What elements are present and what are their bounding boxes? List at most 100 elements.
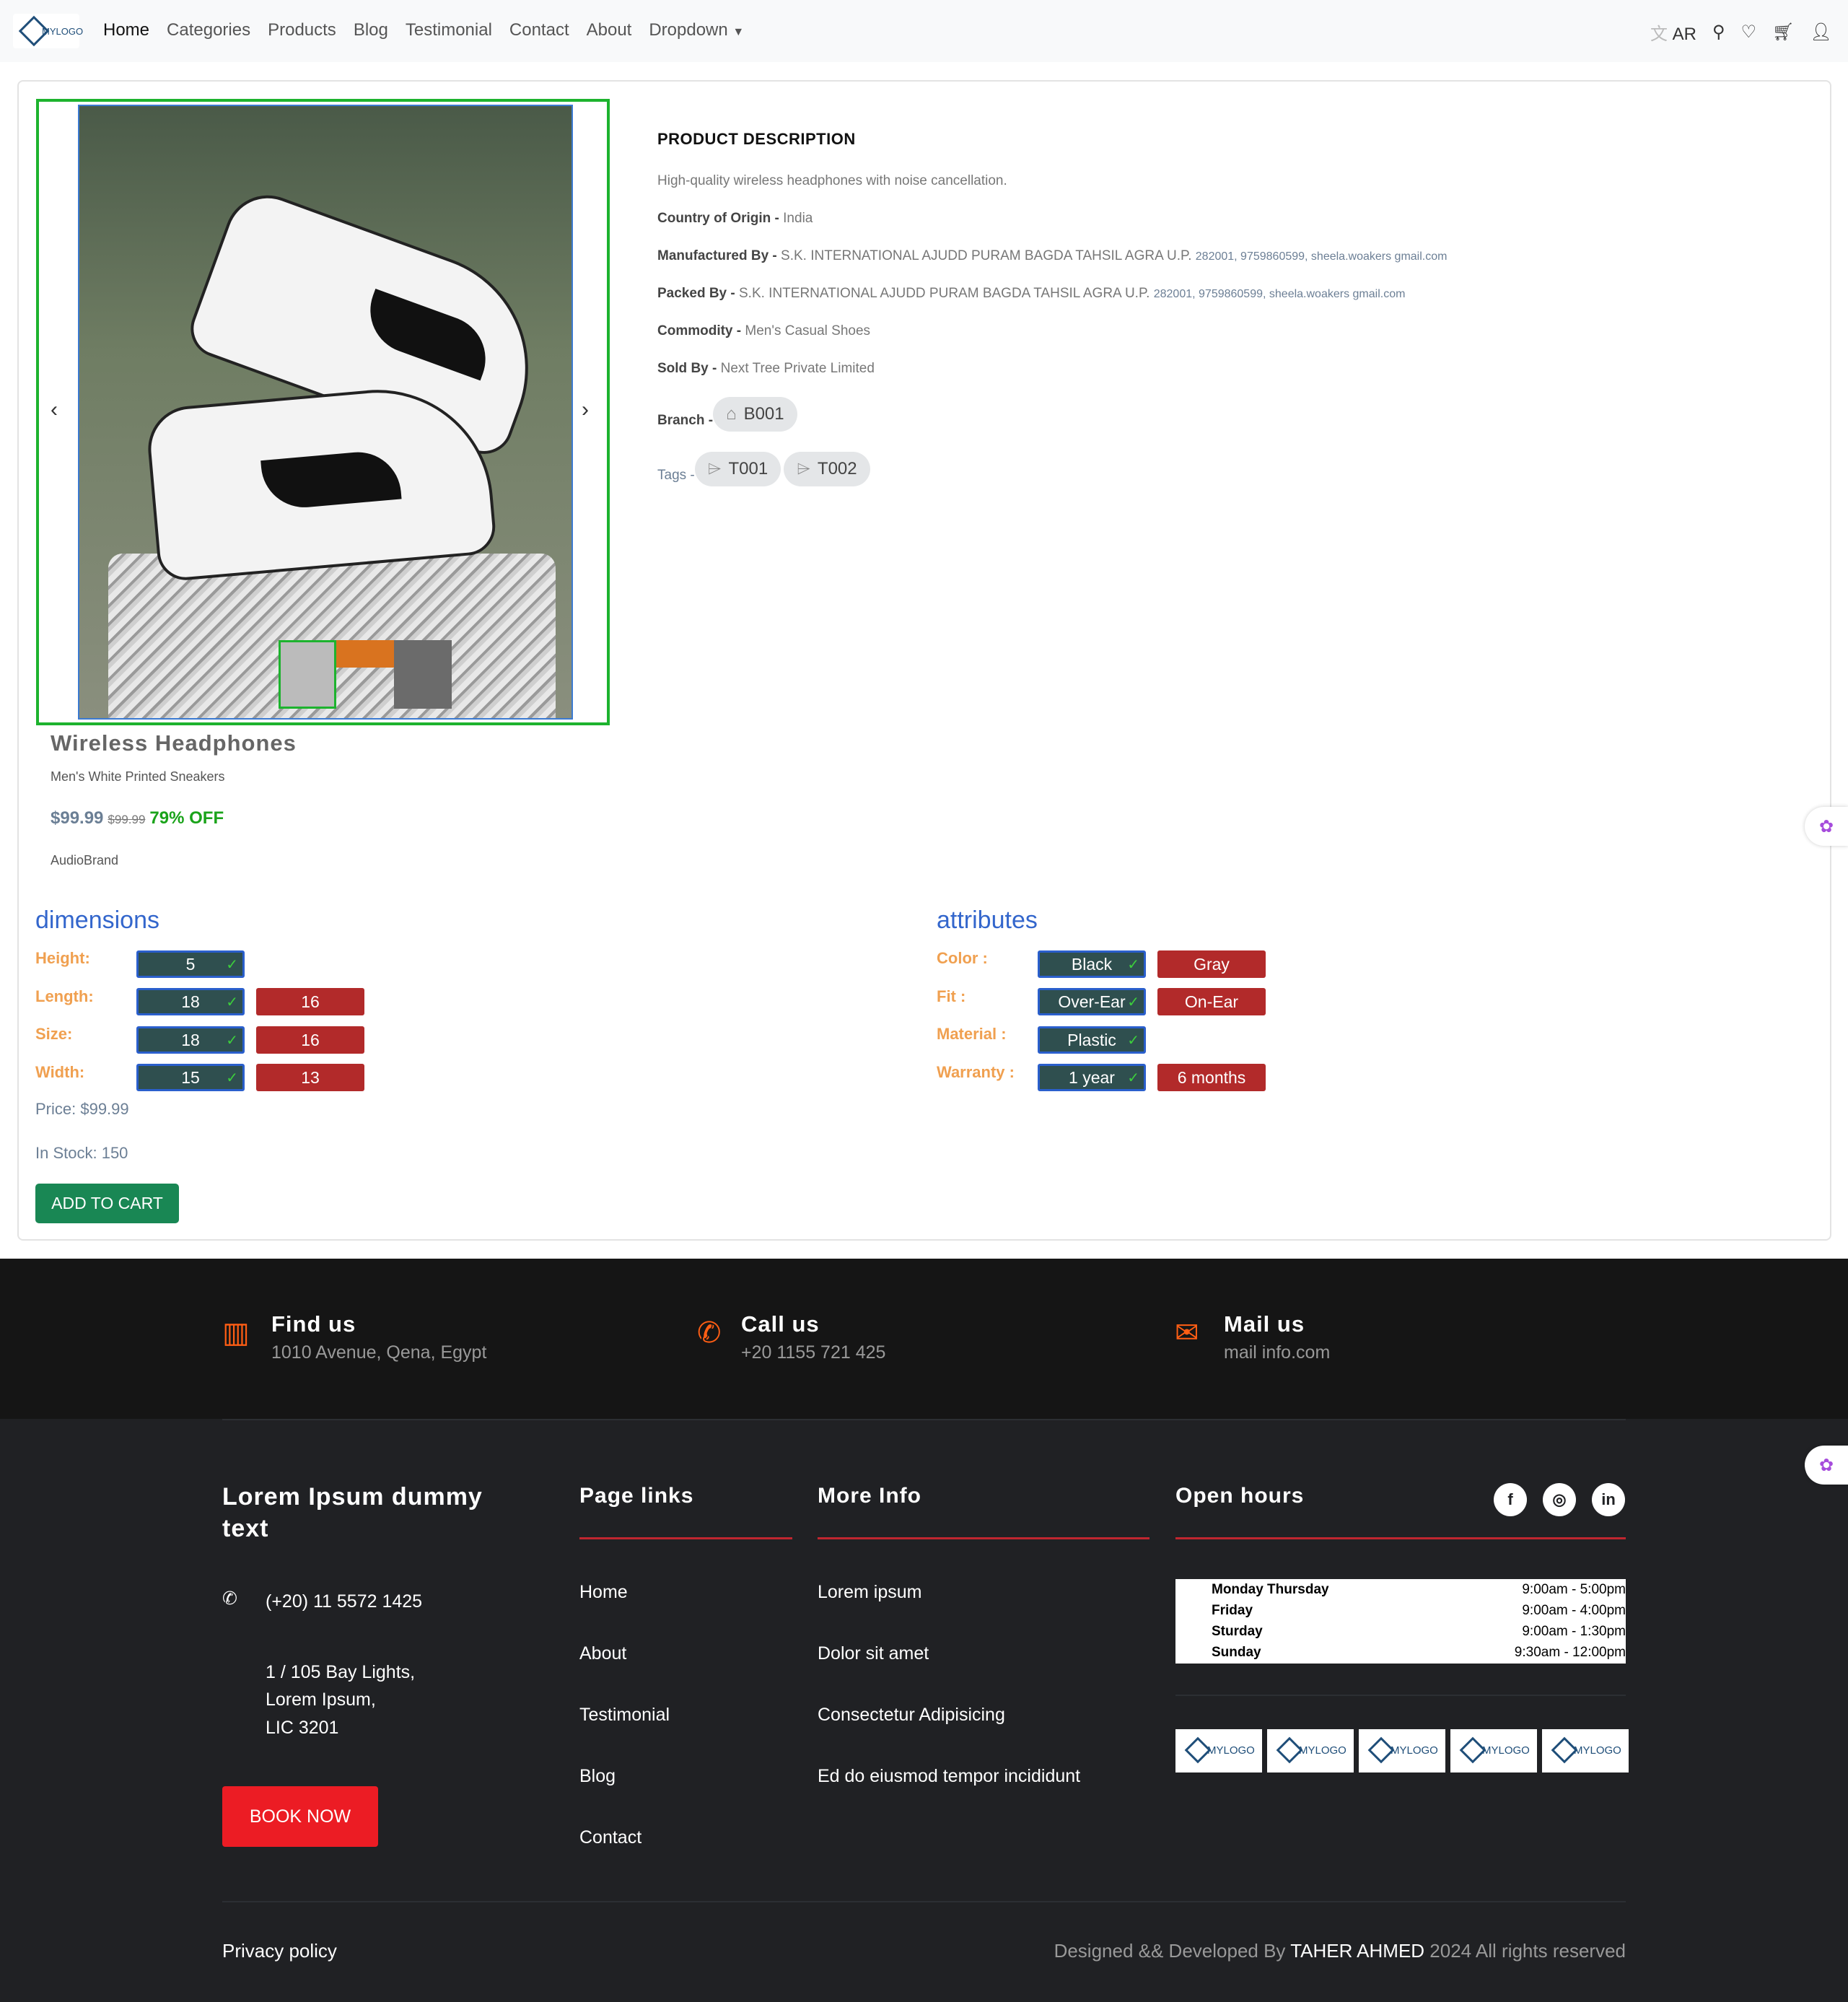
partner-logo[interactable]: MYLOGO	[1450, 1729, 1537, 1772]
heart-icon[interactable]: ♡	[1741, 22, 1757, 43]
tag-chip-1[interactable]: ⌲ T001	[694, 452, 781, 486]
footer-link-about[interactable]: About	[579, 1643, 626, 1664]
partner-logo[interactable]: MYLOGO	[1542, 1729, 1629, 1772]
social-links: f ◎ in	[1494, 1483, 1625, 1516]
partner-logo[interactable]: MYLOGO	[1175, 1729, 1262, 1772]
material-option-plastic[interactable]: Plastic	[1038, 1026, 1146, 1054]
facebook-icon[interactable]: f	[1494, 1483, 1527, 1516]
partner-logo[interactable]: MYLOGO	[1359, 1729, 1445, 1772]
product-subtitle: Men's White Printed Sneakers	[51, 769, 225, 784]
nav-products[interactable]: Products	[268, 20, 336, 40]
thumbnail-2[interactable]	[336, 640, 394, 668]
hours-row: Sunday 9:30am - 12:00pm	[1212, 1645, 1626, 1661]
assistant-brain-icon[interactable]: ✿	[1805, 1446, 1848, 1485]
nav-about[interactable]: About	[587, 20, 632, 40]
width-label: Width:	[35, 1063, 85, 1081]
fit-option-on-ear[interactable]: On-Ear	[1157, 988, 1266, 1015]
attributes-heading: attributes	[937, 906, 1038, 934]
mail-us-text: mail info.com	[1224, 1342, 1331, 1363]
thumbnail-3[interactable]	[394, 640, 452, 709]
swoosh-icon	[260, 448, 402, 511]
sold-label: Sold By -	[657, 361, 721, 376]
width-option-13[interactable]: 13	[256, 1064, 364, 1091]
branch-chip[interactable]: ⌂ B001	[713, 397, 797, 432]
tags-row: Tags - ⌲ T001 ⌲ T002	[657, 452, 870, 486]
tag-icon: ⌲	[797, 459, 810, 478]
nav-testimonial[interactable]: Testimonial	[406, 20, 492, 40]
footer-address-3: LIC 3201	[266, 1718, 339, 1738]
footer-link-blog[interactable]: Blog	[579, 1766, 616, 1787]
size-option-18[interactable]: 18	[136, 1026, 245, 1054]
packed-row: Packed By - S.K. INTERNATIONAL AJUDD PUR…	[657, 286, 1405, 302]
page-links-title: Page links	[579, 1484, 694, 1508]
hours-day: Sunday	[1212, 1645, 1261, 1660]
cart-icon[interactable]: 🛒︎	[1772, 22, 1794, 43]
hours-row: Sturday 9:00am - 1:30pm	[1212, 1624, 1626, 1640]
old-price: $99.99	[108, 813, 146, 826]
nav-categories[interactable]: Categories	[167, 20, 250, 40]
assistant-brain-icon[interactable]: ✿	[1805, 807, 1848, 846]
nav-dropdown[interactable]: Dropdown ▼	[649, 20, 744, 40]
find-us-text: 1010 Avenue, Qena, Egypt	[271, 1342, 487, 1363]
height-label: Height:	[35, 949, 90, 967]
chevron-right-icon[interactable]: ›	[582, 398, 589, 422]
tag-value: T002	[817, 459, 857, 478]
footer-link-testimonial[interactable]: Testimonial	[579, 1705, 670, 1726]
language-switch[interactable]: 文 AR	[1650, 19, 1696, 45]
product-price-block: $99.99 $99.99 79% OFF	[51, 808, 224, 829]
more-info-link-2[interactable]: Dolor sit amet	[818, 1643, 929, 1664]
footer-address-1: 1 / 105 Bay Lights,	[266, 1662, 416, 1682]
color-option-black[interactable]: Black	[1038, 950, 1146, 978]
tags-label: Tags -	[657, 468, 695, 483]
length-option-16[interactable]: 16	[256, 988, 364, 1015]
logo-text: MYLOGO	[42, 26, 84, 37]
tag-chip-2[interactable]: ⌲ T002	[784, 452, 870, 486]
more-info-link-1[interactable]: Lorem ipsum	[818, 1582, 922, 1603]
thumbnail-1[interactable]	[279, 640, 336, 709]
warranty-option-1-year[interactable]: 1 year	[1038, 1064, 1146, 1091]
description-summary: High-quality wireless headphones with no…	[657, 173, 1007, 188]
linkedin-icon[interactable]: in	[1592, 1483, 1625, 1516]
book-now-button[interactable]: BOOK NOW	[222, 1786, 378, 1847]
height-option-5[interactable]: 5	[136, 950, 245, 978]
thumbnail-strip	[279, 640, 452, 709]
user-icon[interactable]: 👤︎	[1810, 22, 1832, 43]
origin-value: India	[783, 211, 813, 226]
color-label: Color :	[937, 949, 988, 967]
length-label: Length:	[35, 987, 94, 1005]
more-info-link-3[interactable]: Consectetur Adipisicing	[818, 1705, 1005, 1726]
partner-logo-text: MYLOGO	[1391, 1744, 1438, 1757]
size-option-16[interactable]: 16	[256, 1026, 364, 1054]
credit-name[interactable]: TAHER AHMED	[1290, 1940, 1424, 1962]
commodity-value: Men's Casual Shoes	[745, 323, 871, 338]
width-option-15[interactable]: 15	[136, 1064, 245, 1091]
brand-logo[interactable]: MYLOGO	[13, 14, 83, 48]
footer-link-contact[interactable]: Contact	[579, 1827, 641, 1848]
more-info-link-4[interactable]: Ed do eiusmod tempor incididunt	[818, 1766, 1080, 1787]
manufactured-value: S.K. INTERNATIONAL AJUDD PURAM BAGDA TAH…	[781, 248, 1192, 263]
home-icon: ⌂	[726, 404, 737, 424]
warranty-option-6-months[interactable]: 6 months	[1157, 1064, 1266, 1091]
partner-logos: MYLOGO MYLOGO MYLOGO MYLOGO MYLOGO	[1175, 1729, 1629, 1772]
commodity-row: Commodity - Men's Casual Shoes	[657, 323, 870, 339]
fit-label: Fit :	[937, 987, 966, 1005]
nav-blog[interactable]: Blog	[354, 20, 388, 40]
chevron-left-icon[interactable]: ‹	[51, 398, 58, 422]
branch-value: B001	[743, 404, 784, 424]
instagram-icon[interactable]: ◎	[1543, 1483, 1576, 1516]
footer-link-home[interactable]: Home	[579, 1582, 628, 1603]
footer-credit: Designed && Developed By TAHER AHMED 202…	[1054, 1940, 1626, 1962]
length-option-18[interactable]: 18	[136, 988, 245, 1015]
fit-option-over-ear[interactable]: Over-Ear	[1038, 988, 1146, 1015]
nav-contact[interactable]: Contact	[509, 20, 569, 40]
hours-time: 9:00am - 1:30pm	[1522, 1624, 1626, 1639]
partner-logo[interactable]: MYLOGO	[1267, 1729, 1354, 1772]
color-option-gray[interactable]: Gray	[1157, 950, 1266, 978]
manufactured-label: Manufactured By -	[657, 248, 781, 263]
product-image[interactable]	[78, 105, 573, 720]
nav-home[interactable]: Home	[103, 20, 149, 40]
add-to-cart-button[interactable]: ADD TO CART	[35, 1184, 179, 1223]
privacy-policy-link[interactable]: Privacy policy	[222, 1940, 337, 1962]
dimensions-heading: dimensions	[35, 906, 159, 934]
search-icon[interactable]: ⚲	[1712, 22, 1725, 43]
